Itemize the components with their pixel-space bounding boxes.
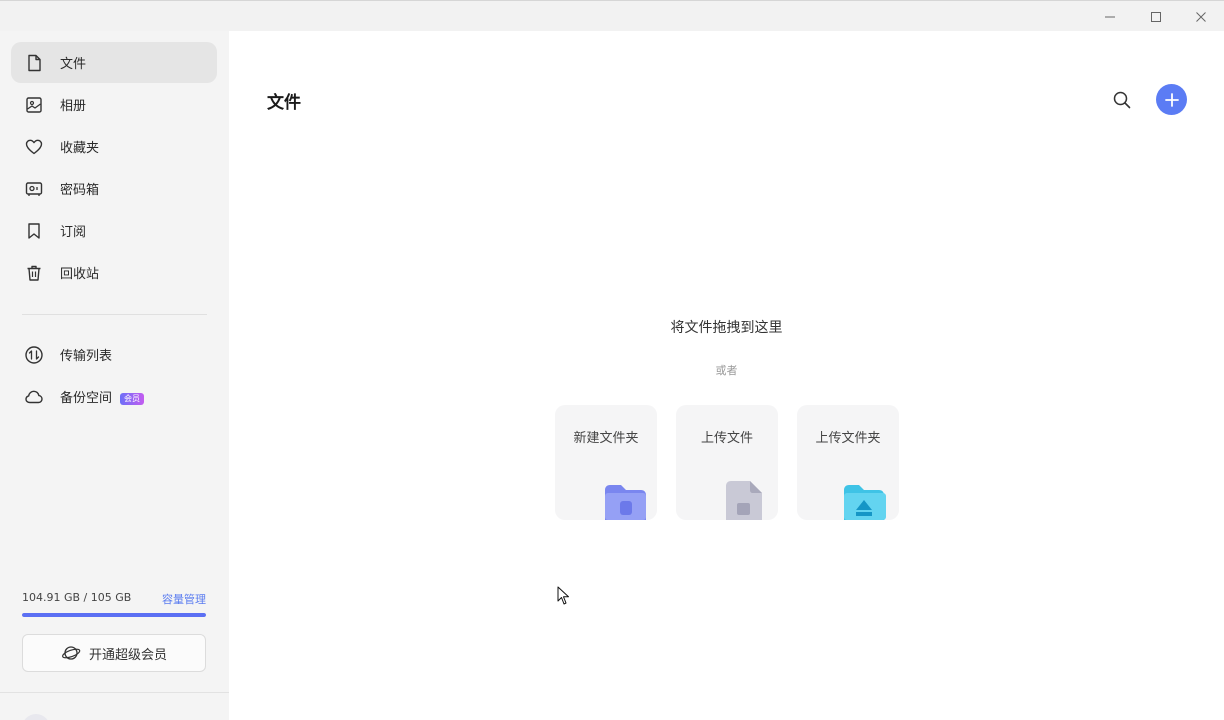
sidebar-item-backup[interactable]: 备份空间 会员 xyxy=(11,376,217,417)
maximize-icon xyxy=(1151,11,1161,22)
sidebar-item-label: 备份空间 会员 xyxy=(60,387,145,406)
sidebar-item-label: 文件 xyxy=(60,57,87,72)
upload-folder-card[interactable]: 上传文件夹 xyxy=(797,405,899,520)
page-title: 文件 xyxy=(267,93,301,113)
title-bar xyxy=(0,0,1224,31)
heart-icon xyxy=(23,136,45,158)
mouse-cursor-icon xyxy=(557,586,569,605)
sidebar-item-files[interactable]: 文件 xyxy=(11,42,217,83)
storage-progress-fill xyxy=(22,613,206,617)
cloud-icon xyxy=(23,386,45,408)
storage-manage-link[interactable]: 容量管理 xyxy=(162,591,206,607)
sidebar-divider xyxy=(22,314,207,315)
upload-file-card[interactable]: 上传文件 xyxy=(676,405,778,520)
search-button[interactable] xyxy=(1110,88,1134,112)
bookmark-icon xyxy=(23,220,45,242)
add-button[interactable] xyxy=(1156,84,1187,115)
vip-badge: 会员 xyxy=(120,392,145,405)
card-label: 上传文件 xyxy=(700,431,753,446)
sidebar-item-trash[interactable]: 回收站 xyxy=(11,252,217,293)
new-folder-icon xyxy=(605,485,646,520)
backup-label-text: 备份空间 xyxy=(60,391,113,406)
safe-icon xyxy=(23,178,45,200)
close-button[interactable] xyxy=(1178,1,1224,32)
sidebar: 文件 相册 收藏夹 密码箱 订阅 回收站 传输列表 备份空间 会员 104.91… xyxy=(0,31,229,720)
card-label: 上传文件夹 xyxy=(815,431,881,446)
sidebar-item-label: 传输列表 xyxy=(60,349,113,364)
sidebar-item-label: 回收站 xyxy=(60,267,100,282)
storage-progress-bar xyxy=(22,613,206,617)
new-folder-card[interactable]: 新建文件夹 xyxy=(555,405,657,520)
or-separator-text: 或者 xyxy=(715,364,738,377)
upload-folder-icon xyxy=(844,485,886,520)
sidebar-item-subscriptions[interactable]: 订阅 xyxy=(11,210,217,251)
sidebar-item-label: 相册 xyxy=(60,99,87,114)
maximize-button[interactable] xyxy=(1133,1,1179,32)
minimize-icon xyxy=(1105,16,1115,17)
sidebar-item-label: 密码箱 xyxy=(60,183,100,198)
main-content: 文件 将文件拖拽到这里 或者 新建文件夹 上传文件 上传文件夹 xyxy=(229,31,1224,720)
upgrade-vip-label: 开通超级会员 xyxy=(88,647,167,663)
photo-icon xyxy=(23,94,45,116)
plus-icon xyxy=(1164,92,1179,107)
file-icon xyxy=(23,52,45,74)
drop-hint-text: 将文件拖拽到这里 xyxy=(670,320,783,336)
sidebar-item-transfers[interactable]: 传输列表 xyxy=(11,334,217,375)
search-icon xyxy=(1113,91,1131,109)
transfer-icon xyxy=(23,344,45,366)
minimize-button[interactable] xyxy=(1087,1,1133,32)
sidebar-item-label: 收藏夹 xyxy=(60,141,100,156)
sidebar-item-photos[interactable]: 相册 xyxy=(11,84,217,125)
upload-file-icon xyxy=(726,481,762,520)
sidebar-item-label: 订阅 xyxy=(60,225,87,240)
planet-icon xyxy=(62,646,81,660)
upgrade-vip-button[interactable]: 开通超级会员 xyxy=(22,634,206,672)
sidebar-item-safe[interactable]: 密码箱 xyxy=(11,168,217,209)
storage-usage-text: 104.91 GB / 105 GB xyxy=(22,591,132,604)
trash-icon xyxy=(23,262,45,284)
sidebar-item-favorites[interactable]: 收藏夹 xyxy=(11,126,217,167)
sidebar-bottom-divider xyxy=(0,692,229,693)
card-label: 新建文件夹 xyxy=(573,431,639,446)
close-icon xyxy=(1196,11,1206,22)
avatar[interactable] xyxy=(22,714,50,720)
